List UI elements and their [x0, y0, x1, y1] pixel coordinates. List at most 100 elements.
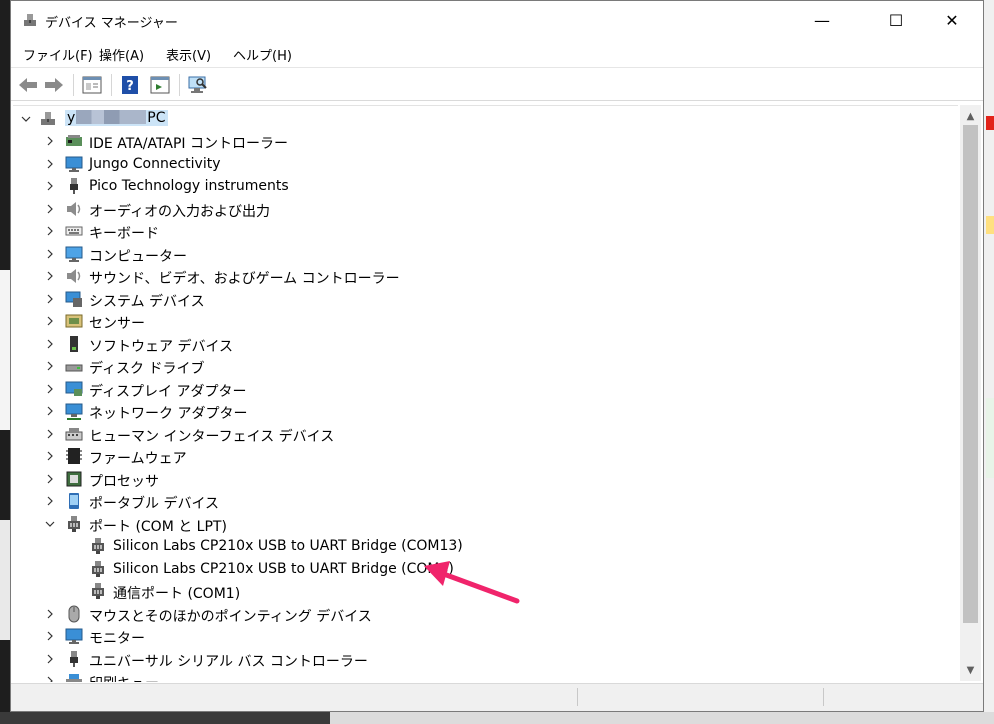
tree-item-label: ヒューマン インターフェイス デバイス — [89, 428, 335, 445]
usb-plug-icon — [70, 650, 78, 667]
portable-device-icon — [69, 493, 79, 509]
chevron-right-icon[interactable] — [45, 310, 55, 332]
speaker-icon — [67, 201, 81, 216]
tree-item-label: Silicon Labs CP210x USB to UART Bridge (… — [113, 560, 454, 577]
maximize-icon: ☐ — [888, 10, 904, 30]
computer-icon — [65, 246, 83, 262]
tree-item-label: ネットワーク アダプター — [89, 406, 248, 422]
minimize-icon: — — [814, 10, 830, 30]
tree-item-label: コンピューター — [89, 248, 187, 265]
system-device-icon — [65, 291, 82, 307]
chevron-right-icon[interactable] — [45, 648, 55, 670]
chevron-right-icon[interactable] — [45, 175, 55, 197]
software-device-icon — [70, 335, 78, 352]
chevron-right-icon[interactable] — [45, 243, 55, 265]
hid-icon — [65, 427, 83, 440]
chevron-right-icon[interactable] — [45, 198, 55, 220]
tree-item-label: プロセッサ — [89, 473, 159, 490]
svg-text:?: ? — [126, 79, 134, 94]
chevron-down-icon[interactable] — [21, 108, 31, 130]
scroll-down-icon[interactable]: ▼ — [960, 661, 981, 679]
menu-action[interactable]: 操作(A) — [99, 45, 144, 64]
chevron-right-icon[interactable] — [45, 288, 55, 310]
view-button[interactable] — [149, 74, 171, 96]
tree-item-label: ディスプレイ アダプター — [89, 383, 247, 400]
firmware-icon — [66, 448, 82, 464]
tree-item-label: Pico Technology instruments — [89, 178, 289, 194]
chevron-right-icon[interactable] — [45, 265, 55, 287]
properties-icon — [82, 76, 102, 94]
tree-item-label: ファームウェア — [89, 451, 187, 467]
device-manager-icon — [24, 14, 36, 26]
minimize-button[interactable]: — — [799, 1, 845, 39]
menu-file[interactable]: ファイル(F) — [23, 45, 93, 64]
scan-hardware-button[interactable] — [187, 74, 209, 96]
chevron-right-icon[interactable] — [45, 130, 55, 152]
tree-item-label: ユニバーサル シリアル バス コントローラー — [89, 653, 368, 670]
tree-item-label: 印刷キュー — [89, 673, 159, 682]
tree-item-label: ソフトウェア デバイス — [89, 338, 234, 355]
device-tree[interactable]: y PC IDE ATA/ATAPI コントローラー Jungo Connectiv… — [13, 105, 958, 682]
chevron-right-icon[interactable] — [45, 670, 55, 682]
close-button[interactable]: ✕ — [929, 1, 975, 39]
view-icon — [150, 76, 170, 94]
tree-item-label: ディスク ドライブ — [89, 361, 205, 377]
background-right — [984, 0, 994, 724]
keyboard-icon — [65, 226, 83, 236]
menu-bar: ファイル(F) 操作(A) 表示(V) ヘルプ(H) — [11, 39, 983, 67]
vertical-scrollbar[interactable]: ▲ ▼ — [960, 105, 981, 681]
port-icon — [92, 538, 104, 554]
tree-item-label: オーディオの入力および出力 — [89, 203, 271, 220]
chevron-down-icon[interactable] — [45, 513, 55, 535]
chevron-right-icon[interactable] — [45, 153, 55, 175]
tree-item-label: システム デバイス — [89, 293, 205, 310]
network-adapter-icon — [65, 403, 83, 420]
chevron-right-icon[interactable] — [45, 468, 55, 490]
disk-drive-icon — [65, 364, 83, 372]
chevron-right-icon[interactable] — [45, 625, 55, 647]
chevron-right-icon[interactable] — [45, 445, 55, 467]
properties-button[interactable] — [81, 74, 103, 96]
chevron-right-icon[interactable] — [45, 603, 55, 625]
status-pane-2 — [823, 688, 824, 706]
monitor-icon — [65, 156, 83, 172]
tree-item-label: Jungo Connectivity — [89, 155, 221, 172]
tree-item-label: サウンド、ビデオ、およびゲーム コントローラー — [89, 271, 400, 287]
usb-plug-icon — [70, 178, 78, 194]
display-adapter-icon — [65, 381, 83, 396]
close-icon: ✕ — [945, 10, 959, 30]
scroll-thumb[interactable] — [963, 125, 978, 623]
chevron-right-icon[interactable] — [45, 333, 55, 355]
help-button[interactable]: ? — [119, 74, 141, 96]
chevron-right-icon[interactable] — [45, 490, 55, 512]
menu-view[interactable]: 表示(V) — [166, 45, 211, 64]
ide-controller-icon — [66, 135, 82, 146]
speaker-icon — [67, 269, 81, 283]
forward-icon — [45, 78, 63, 92]
chevron-right-icon[interactable] — [45, 400, 55, 422]
scroll-up-icon[interactable]: ▲ — [960, 107, 981, 125]
toolbar: ? — [11, 67, 983, 101]
title-bar[interactable]: デバイス マネージャー — ☐ ✕ — [11, 1, 983, 39]
menu-help[interactable]: ヘルプ(H) — [233, 45, 292, 64]
printer-icon — [66, 674, 82, 682]
chevron-right-icon[interactable] — [45, 378, 55, 400]
back-icon — [19, 78, 37, 92]
chevron-right-icon[interactable] — [45, 423, 55, 445]
help-icon: ? — [122, 76, 138, 94]
scan-hardware-icon — [188, 76, 207, 93]
background-bottom — [0, 712, 994, 724]
redacted-block — [76, 110, 147, 124]
chevron-right-icon[interactable] — [45, 355, 55, 377]
tree-root-label: y PC — [65, 110, 168, 126]
sensor-icon — [65, 314, 83, 328]
back-button[interactable] — [17, 74, 39, 96]
maximize-button[interactable]: ☐ — [873, 1, 919, 39]
chevron-right-icon[interactable] — [45, 220, 55, 242]
tree-root-suffix: PC — [147, 110, 166, 126]
tree-item-label: 通信ポート (COM1) — [113, 586, 241, 602]
tree-item-label: ポート (COM と LPT) — [89, 518, 227, 535]
port-icon — [92, 560, 104, 577]
forward-button[interactable] — [43, 74, 65, 96]
processor-icon — [66, 471, 82, 486]
